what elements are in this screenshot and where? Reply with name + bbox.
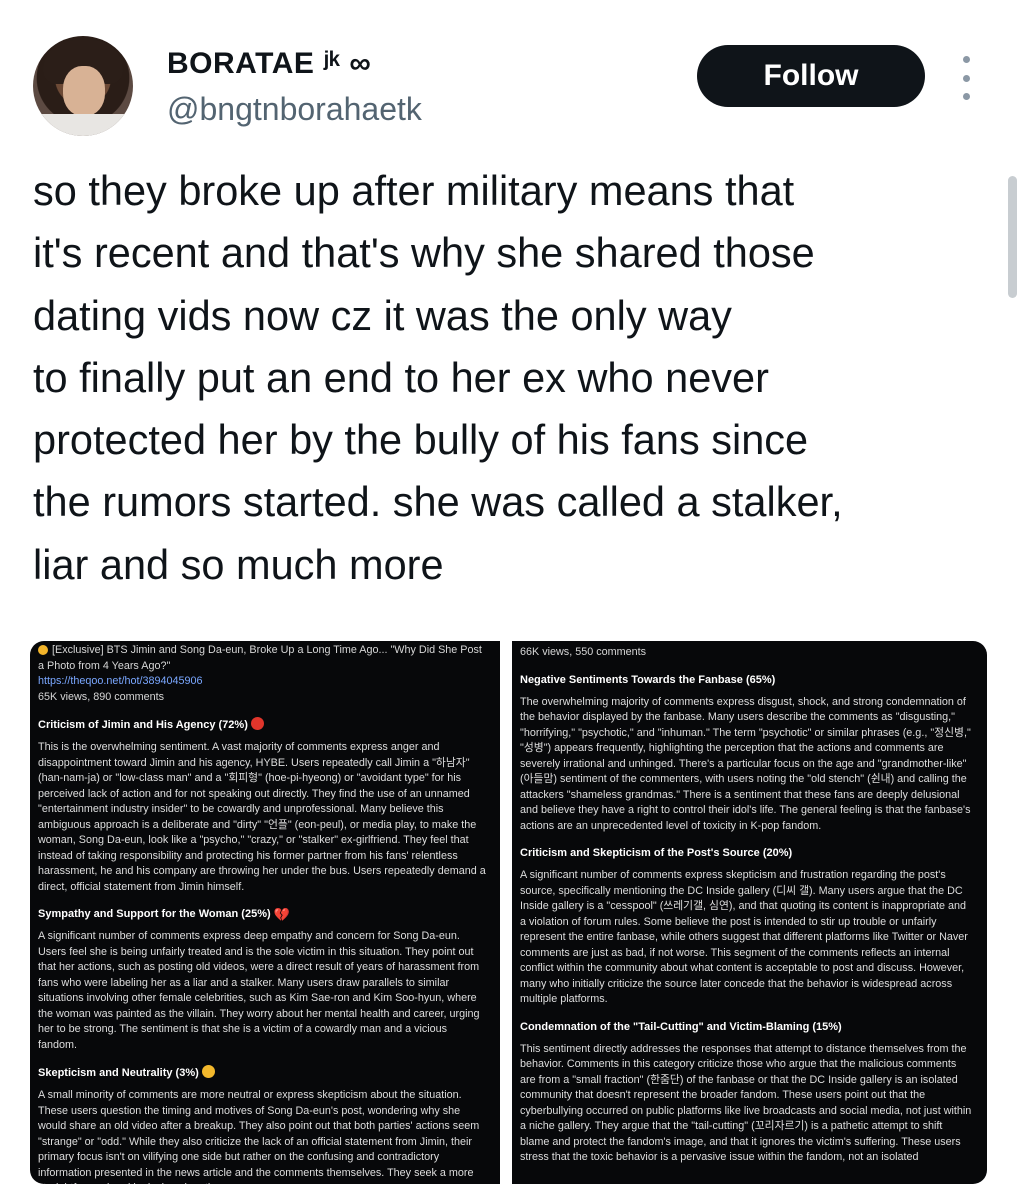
section-body: This is the overwhelming sentiment. A va… [38,741,486,893]
avatar-face [63,66,105,116]
section-body: A significant number of comments express… [38,930,480,1051]
follow-button[interactable]: Follow [697,45,925,107]
angry-face-icon [250,717,264,730]
article-stats: 66K views, 550 comments [520,646,647,658]
section-heading: Criticism and Skepticism of the Post's S… [520,847,793,859]
thinking-face-icon [201,1065,215,1078]
tweet-line: to finally put an end to her ex who neve… [33,353,769,401]
broken-heart-icon: 💔 [273,907,290,922]
user-handle[interactable]: @bngtnborahaetk [167,88,422,130]
section-heading: Sympathy and Support for the Woman (25%)… [38,907,290,922]
avatar-shirt [33,114,133,136]
scrollbar[interactable] [1008,176,1017,298]
section-body: The overwhelming majority of comments ex… [520,695,971,832]
section-heading: Condemnation of the "Tail-Cutting" and V… [520,1020,842,1033]
article-stats: 65K views, 890 comments [38,690,165,703]
section-body: This sentiment directly addresses the re… [520,1042,972,1164]
tweet-text: so they broke up after military means th… [33,160,998,596]
section-heading: Negative Sentiments Towards the Fanbase … [520,673,776,686]
section-heading: Criticism of Jimin and His Agency (72%) [38,717,488,733]
tweet-line: liar and so much more [33,540,444,588]
more-options-icon[interactable] [956,56,976,100]
display-name[interactable]: BORATAE ʲᵏ ∞ [167,44,422,84]
attached-image-right[interactable]: 66K views, 550 comments Negative Sentime… [512,641,987,1184]
article-link: https://theqoo.net/hot/3894045906 [38,675,203,687]
tweet-line: dating vids now cz it was the only way [33,291,732,339]
tweet-line: the rumors started. she was called a sta… [33,478,843,526]
user-names: BORATAE ʲᵏ ∞ @bngtnborahaetk [167,44,422,130]
tweet-line: so they broke up after military means th… [33,167,795,214]
section-body: A small minority of comments are more ne… [38,1089,480,1184]
section-heading: Skepticism and Neutrality (3%) [38,1065,488,1081]
tweet-line: protected her by the bully of his fans s… [33,416,809,464]
attached-image-left[interactable]: [Exclusive] BTS Jimin and Song Da-eun, B… [30,641,500,1184]
avatar[interactable] [33,36,133,136]
article-title: [Exclusive] BTS Jimin and Song Da-eun, B… [38,644,482,672]
bell-icon [38,645,48,655]
tweet-line: it's recent and that's why she shared th… [33,229,815,277]
section-body: A significant number of comments express… [520,869,968,1005]
